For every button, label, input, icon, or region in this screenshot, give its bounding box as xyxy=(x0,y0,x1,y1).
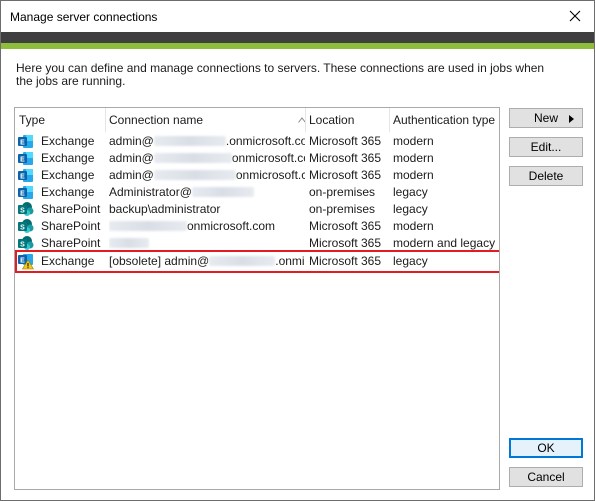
redacted-text xyxy=(153,170,236,180)
window-title: Manage server connections xyxy=(10,10,158,24)
table-row[interactable]: S SharePoint onmicrosoft.com Microsoft 365 m… xyxy=(15,218,499,235)
svg-text:E: E xyxy=(20,190,25,197)
column-header-location[interactable]: Location xyxy=(305,108,389,132)
new-button-label: New xyxy=(533,111,558,125)
connection-name-prefix: backup\administrator xyxy=(109,202,221,216)
svg-text:S: S xyxy=(20,241,25,248)
connection-name-prefix: admin@ xyxy=(109,168,154,182)
ok-button-label: OK xyxy=(537,441,555,455)
cell-connection-name: backup\administrator xyxy=(109,201,305,218)
connection-name-suffix: onmicrosoft.com xyxy=(231,151,305,165)
cell-type: SharePoint xyxy=(41,202,101,216)
svg-text:S: S xyxy=(20,224,25,231)
connection-name-prefix: admin@ xyxy=(109,151,154,165)
connection-name-prefix: Administrator@ xyxy=(109,185,192,199)
redacted-text xyxy=(153,153,232,163)
cell-type: SharePoint xyxy=(41,219,101,233)
cell-authentication-type: modern xyxy=(393,168,434,182)
redacted-text xyxy=(191,187,254,197)
cell-authentication-type: modern xyxy=(393,219,434,233)
list-header: Type Connection name Location Authentica… xyxy=(15,108,499,132)
table-row[interactable]: E Exchange admin@ onmicrosoft.com Microsoft … xyxy=(15,150,499,167)
cell-authentication-type: legacy xyxy=(393,202,428,216)
cell-type: Exchange xyxy=(41,134,95,148)
header-band-dark xyxy=(1,32,594,43)
connections-list[interactable]: Type Connection name Location Authentica… xyxy=(14,107,500,490)
exchange-icon: E xyxy=(17,184,34,201)
cell-type: Exchange xyxy=(41,185,95,199)
redacted-text xyxy=(109,238,149,248)
ok-button[interactable]: OK xyxy=(509,438,583,458)
cell-location: Microsoft 365 xyxy=(309,151,382,165)
cell-type: Exchange xyxy=(41,151,95,165)
cell-connection-name: onmicrosoft.com xyxy=(109,218,305,235)
column-header-connection-name[interactable]: Connection name xyxy=(105,108,305,132)
cell-type: Exchange xyxy=(41,168,95,182)
column-header-authentication-type[interactable]: Authentication type xyxy=(389,108,499,132)
redacted-text xyxy=(153,136,226,146)
svg-text:E: E xyxy=(20,139,25,146)
manage-server-connections-dialog: Manage server connections Here you can d… xyxy=(0,0,595,501)
cell-connection-name: Administrator@ xyxy=(109,184,305,201)
table-row[interactable]: S SharePoint backup\administrator on-premis… xyxy=(15,201,499,218)
connection-name-suffix: onmicrosoft.com xyxy=(187,219,276,233)
cell-connection-name: admin@ .onmicrosoft.com xyxy=(109,133,305,150)
exchange-icon: E xyxy=(17,167,34,184)
cell-authentication-type: legacy xyxy=(393,185,428,199)
delete-button-label: Delete xyxy=(528,169,564,183)
cell-location: on-premises xyxy=(309,202,376,216)
cell-location: on-premises xyxy=(309,185,376,199)
edit-button-label: Edit... xyxy=(530,140,562,154)
close-icon xyxy=(569,10,581,22)
cancel-button-label: Cancel xyxy=(527,470,565,484)
cell-location: Microsoft 365 xyxy=(309,168,382,182)
delete-button[interactable]: Delete xyxy=(509,166,583,186)
title-bar: Manage server connections xyxy=(1,1,594,32)
connection-name-prefix: admin@ xyxy=(109,134,154,148)
cell-connection-name: admin@ onmicrosoft.com xyxy=(109,150,305,167)
header-band-green xyxy=(1,43,594,49)
connection-name-suffix: onmicrosoft.c... xyxy=(235,168,305,182)
connection-name-suffix: .onmicrosoft.com xyxy=(225,134,305,148)
table-row[interactable]: E Exchange admin@ .onmicrosoft.com Microsoft… xyxy=(15,133,499,150)
cell-location: Microsoft 365 xyxy=(309,219,382,233)
submenu-arrow-icon xyxy=(569,115,574,123)
close-button[interactable] xyxy=(562,5,588,27)
column-header-type[interactable]: Type xyxy=(15,108,105,132)
edit-button[interactable]: Edit... xyxy=(509,137,583,157)
svg-text:E: E xyxy=(20,156,25,163)
table-row[interactable]: E Exchange Administrator@ on-premises legacy xyxy=(15,184,499,201)
sharepoint-icon: S xyxy=(17,218,34,235)
cell-connection-name: admin@ onmicrosoft.c... xyxy=(109,167,305,184)
exchange-icon: E xyxy=(17,133,34,150)
svg-text:E: E xyxy=(20,173,25,180)
cell-authentication-type: modern xyxy=(393,151,434,165)
table-row[interactable]: E Exchange admin@ onmicrosoft.c... Microsoft… xyxy=(15,167,499,184)
redacted-text xyxy=(109,221,187,231)
exchange-icon: E xyxy=(17,150,34,167)
new-button[interactable]: New xyxy=(509,108,583,128)
cell-location: Microsoft 365 xyxy=(309,134,382,148)
highlight-outline xyxy=(15,250,499,273)
cancel-button[interactable]: Cancel xyxy=(509,467,583,487)
description-text: Here you can define and manage connectio… xyxy=(16,61,545,88)
cell-authentication-type: modern xyxy=(393,134,434,148)
svg-text:S: S xyxy=(20,207,25,214)
sharepoint-icon: S xyxy=(17,201,34,218)
